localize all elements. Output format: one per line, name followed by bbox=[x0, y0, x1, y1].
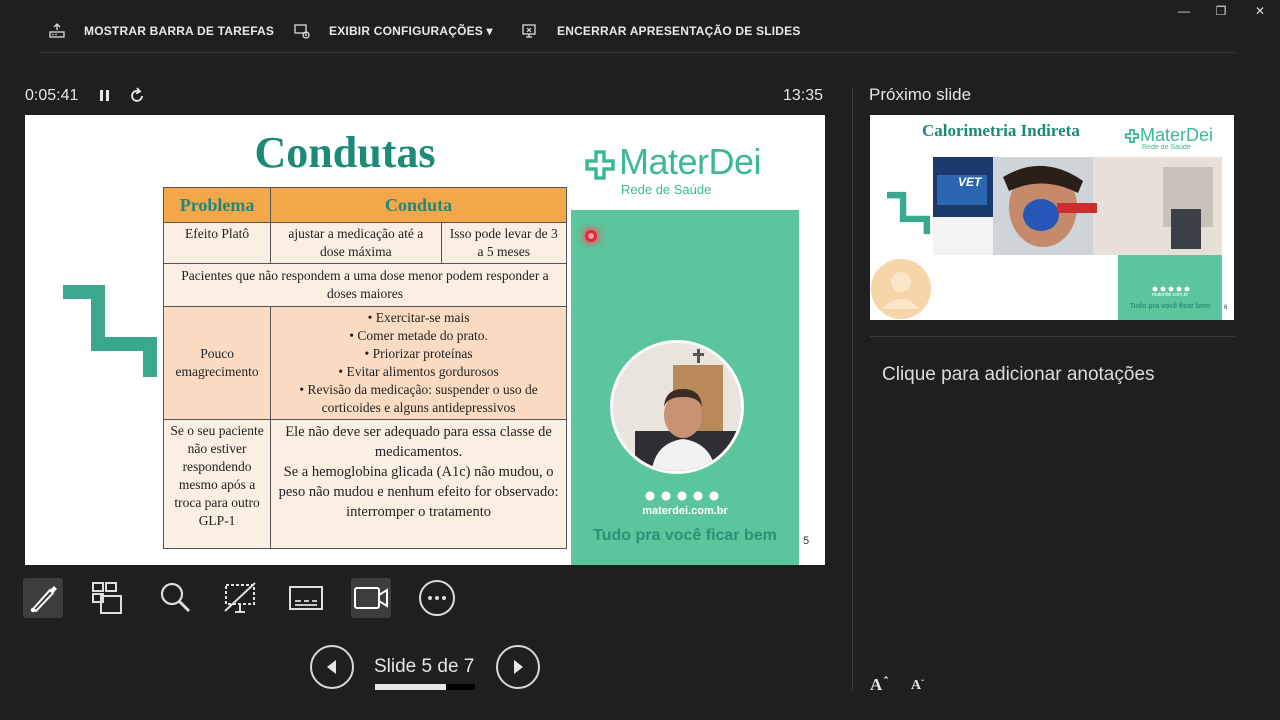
subtitles-icon bbox=[289, 586, 323, 610]
show-taskbar-label: MOSTRAR BARRA DE TAREFAS bbox=[84, 24, 275, 38]
logo-subtitle: Rede de Saúde bbox=[621, 182, 712, 197]
panel-tagline: Tudo pra você ficar bem bbox=[593, 527, 777, 544]
end-show-icon bbox=[522, 24, 536, 38]
previous-icon bbox=[327, 660, 336, 674]
glp1-action-text-2: Se a hemoglobina glicada (A1c) não mudou… bbox=[278, 464, 559, 520]
more-options-button[interactable] bbox=[417, 578, 457, 618]
cell-lifestyle-actions: Exercitar-se mais Comer metade do prato.… bbox=[270, 306, 567, 420]
cell-note-plateau: Isso pode levar de 3 a 5 meses bbox=[440, 222, 567, 264]
next-slide-thumbnail[interactable]: Calorimetria Indireta MaterDei Rede de S… bbox=[870, 115, 1234, 320]
step-shape-decoration bbox=[887, 191, 931, 235]
camera-toggle-button[interactable] bbox=[351, 578, 391, 618]
cell-problem-low-weightloss: Pouco emagrecimento bbox=[162, 306, 272, 420]
decrease-font-button[interactable]: Aˇ bbox=[911, 678, 924, 694]
next-slide-logo-subtitle: Rede de Saúde bbox=[1142, 144, 1191, 151]
close-button[interactable]: ✕ bbox=[1250, 4, 1270, 20]
black-screen-button[interactable] bbox=[220, 578, 260, 618]
header-conduct: Conduta bbox=[270, 187, 567, 223]
materdei-cross-icon bbox=[1125, 129, 1139, 143]
see-all-slides-button[interactable] bbox=[88, 578, 128, 618]
photo-caption: VET bbox=[958, 175, 982, 189]
pen-icon bbox=[30, 586, 57, 613]
increase-font-label: A bbox=[870, 675, 883, 694]
decrease-font-label: A bbox=[911, 678, 922, 693]
taskbar-icon bbox=[49, 23, 65, 38]
pause-icon bbox=[100, 90, 109, 101]
slide-title: Condutas bbox=[254, 128, 436, 177]
list-item: Priorizar proteínas bbox=[275, 345, 562, 363]
presenter-video bbox=[610, 340, 744, 474]
notes-area[interactable]: Clique para adicionar anotações bbox=[882, 364, 1155, 386]
lifestyle-list: Exercitar-se mais Comer metade do prato.… bbox=[275, 309, 562, 417]
end-show-button[interactable]: ENCERRAR APRESENTAÇÃO DE SLIDES bbox=[521, 20, 801, 42]
next-slide-button[interactable] bbox=[496, 645, 540, 689]
step-shape-decoration bbox=[63, 285, 157, 377]
presenter-avatar bbox=[613, 343, 741, 471]
reset-timer-button[interactable] bbox=[128, 86, 146, 106]
all-slides-icon bbox=[92, 582, 122, 614]
clock: 13:35 bbox=[783, 87, 824, 104]
slide-page-number: 5 bbox=[803, 535, 810, 547]
materdei-cross-icon bbox=[585, 150, 615, 180]
calorimetry-photo bbox=[933, 157, 1222, 255]
zoom-button[interactable] bbox=[155, 578, 195, 618]
glp1-action-text-1: Ele não deve ser adequado para essa clas… bbox=[285, 424, 552, 460]
list-item: Evitar alimentos gordurosos bbox=[275, 363, 562, 381]
display-settings-icon bbox=[294, 24, 310, 39]
slide-counter[interactable]: Slide 5 de 7 bbox=[374, 656, 474, 678]
list-item: Exercitar-se mais bbox=[275, 309, 562, 327]
slide-progress-fill bbox=[375, 684, 447, 690]
restore-button[interactable]: ❐ bbox=[1211, 4, 1231, 20]
next-slide-page-number: 6 bbox=[1224, 305, 1228, 311]
conduct-table: Problema Conduta Efeito Platô ajustar a … bbox=[162, 187, 567, 549]
notes-divider bbox=[870, 336, 1235, 337]
next-slide-tagline: Tudo pra você ficar bem bbox=[1129, 303, 1211, 310]
current-slide[interactable]: Condutas Problema Conduta Efeito Platô a… bbox=[25, 115, 825, 565]
cell-problem-plateau: Efeito Platô bbox=[162, 222, 272, 264]
increase-font-button[interactable]: A⌃ bbox=[870, 675, 890, 695]
more-icon bbox=[419, 580, 455, 616]
laser-pointer bbox=[585, 230, 597, 242]
cell-action-glp1: Ele não deve ser adequado para essa clas… bbox=[270, 419, 567, 549]
black-screen-icon bbox=[224, 582, 256, 613]
next-slide-title: Calorimetria Indireta bbox=[922, 121, 1080, 140]
pause-button[interactable] bbox=[97, 86, 113, 106]
cell-problem-glp1: Se o seu paciente não estiver respondend… bbox=[162, 419, 272, 549]
cell-action-plateau: ajustar a medicação até a dose máxima bbox=[270, 222, 442, 264]
next-slide-logo-text: MaterDei bbox=[1140, 125, 1214, 145]
display-settings-button[interactable]: EXIBIR CONFIGURAÇÕES ▾ bbox=[293, 20, 493, 42]
list-item: Revisão da medicação: suspender o uso de… bbox=[275, 381, 562, 417]
next-slide-label: Próximo slide bbox=[869, 85, 972, 104]
reset-icon bbox=[131, 87, 143, 102]
display-settings-label: EXIBIR CONFIGURAÇÕES ▾ bbox=[329, 24, 493, 38]
panel-site: materdei.com.br bbox=[642, 505, 728, 517]
header-problem: Problema bbox=[162, 187, 272, 223]
cell-dose-response: Pacientes que não respondem a uma dose m… bbox=[163, 263, 567, 307]
camera-icon bbox=[354, 587, 388, 609]
slide-progress-bar bbox=[375, 684, 475, 690]
presenter-placeholder-avatar bbox=[871, 259, 931, 319]
minimize-button[interactable]: — bbox=[1174, 4, 1194, 20]
social-icons bbox=[645, 491, 719, 501]
previous-slide-button[interactable] bbox=[310, 645, 354, 689]
zoom-icon bbox=[160, 582, 191, 613]
next-slide-site: materdei.com.br bbox=[1151, 292, 1189, 298]
elapsed-timer: 0:05:41 bbox=[25, 87, 79, 104]
end-show-label: ENCERRAR APRESENTAÇÃO DE SLIDES bbox=[557, 24, 801, 38]
logo-text: MaterDei bbox=[619, 141, 762, 182]
panel-divider bbox=[852, 88, 853, 691]
toolbar-divider bbox=[40, 52, 1235, 53]
list-item: Comer metade do prato. bbox=[275, 327, 562, 345]
show-taskbar-button[interactable]: MOSTRAR BARRA DE TAREFAS bbox=[48, 20, 274, 42]
pen-tool-button[interactable] bbox=[23, 578, 63, 618]
subtitles-button[interactable] bbox=[286, 578, 326, 618]
next-icon bbox=[514, 660, 523, 674]
